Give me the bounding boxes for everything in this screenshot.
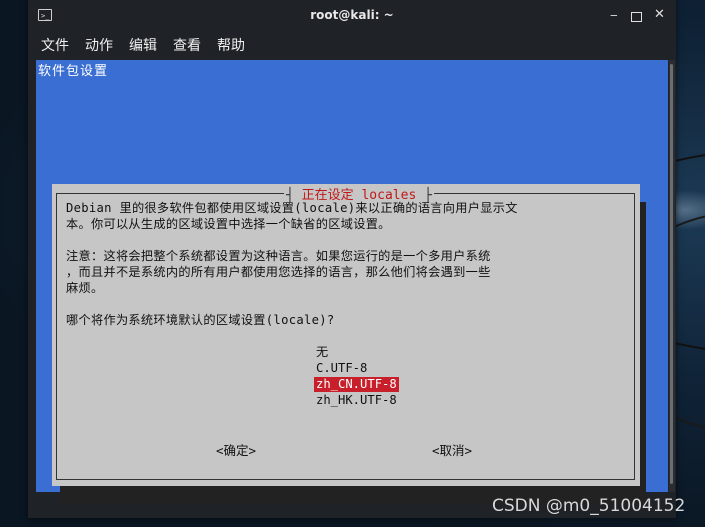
locale-option-none[interactable]: 无	[314, 345, 330, 360]
dialog-text-line: Debian 里的很多软件包都使用区域设置(locale)来以正确的语言向用户显…	[66, 201, 518, 215]
menu-action[interactable]: 动作	[85, 35, 113, 55]
ok-button[interactable]: <确定>	[216, 440, 256, 459]
watermark: CSDN @m0_51004152	[492, 496, 686, 516]
dialog-question: 哪个将作为系统环境默认的区域设置(locale)?	[66, 313, 335, 327]
menu-file[interactable]: 文件	[41, 35, 69, 55]
minimize-button[interactable]: ‒	[610, 8, 618, 22]
window-title: root@kali: ~	[310, 8, 394, 22]
maximize-button[interactable]	[631, 12, 642, 22]
menu-bar: 文件 动作 编辑 查看 帮助	[28, 32, 676, 58]
locale-dialog: ┤ 正在设定 locales ├ Debian 里的很多软件包都使用区域设置(l…	[52, 184, 640, 486]
locale-option-c-utf8[interactable]: C.UTF-8	[314, 361, 369, 376]
terminal-window: >_ root@kali: ~ ‒ ✕ 文件 动作 编辑 查看 帮助 软件包设置…	[28, 0, 676, 518]
menu-view[interactable]: 查看	[173, 35, 201, 55]
menu-edit[interactable]: 编辑	[129, 35, 157, 55]
dialog-text-line: 本。你可以从生成的区域设置中选择一个缺省的区域设置。	[66, 217, 391, 231]
cancel-button[interactable]: <取消>	[432, 440, 472, 459]
close-button[interactable]: ✕	[654, 7, 665, 22]
package-config-title: 软件包设置	[38, 64, 109, 79]
dialog-text-line: ，而且并不是系统内的所有用户都使用您选择的语言，那么他们将会遇到一些	[66, 265, 491, 279]
terminal-area[interactable]: 软件包设置 ┤ 正在设定 locales ├ Debian 里的很多软件包都使用…	[36, 60, 668, 504]
dialog-text-line: 麻烦。	[66, 281, 104, 295]
dialog-frame	[56, 193, 635, 480]
title-bar[interactable]: >_ root@kali: ~ ‒ ✕	[28, 0, 676, 32]
dialog-text-line: 注意：这将会把整个系统都设置为这种语言。如果您运行的是一个多用户系统	[66, 249, 491, 263]
scrollbar-thumb[interactable]	[670, 64, 673, 484]
locale-option-zh-hk-utf8[interactable]: zh_HK.UTF-8	[314, 393, 399, 408]
menu-help[interactable]: 帮助	[217, 35, 245, 55]
locale-option-zh-cn-utf8[interactable]: zh_CN.UTF-8	[314, 377, 399, 392]
